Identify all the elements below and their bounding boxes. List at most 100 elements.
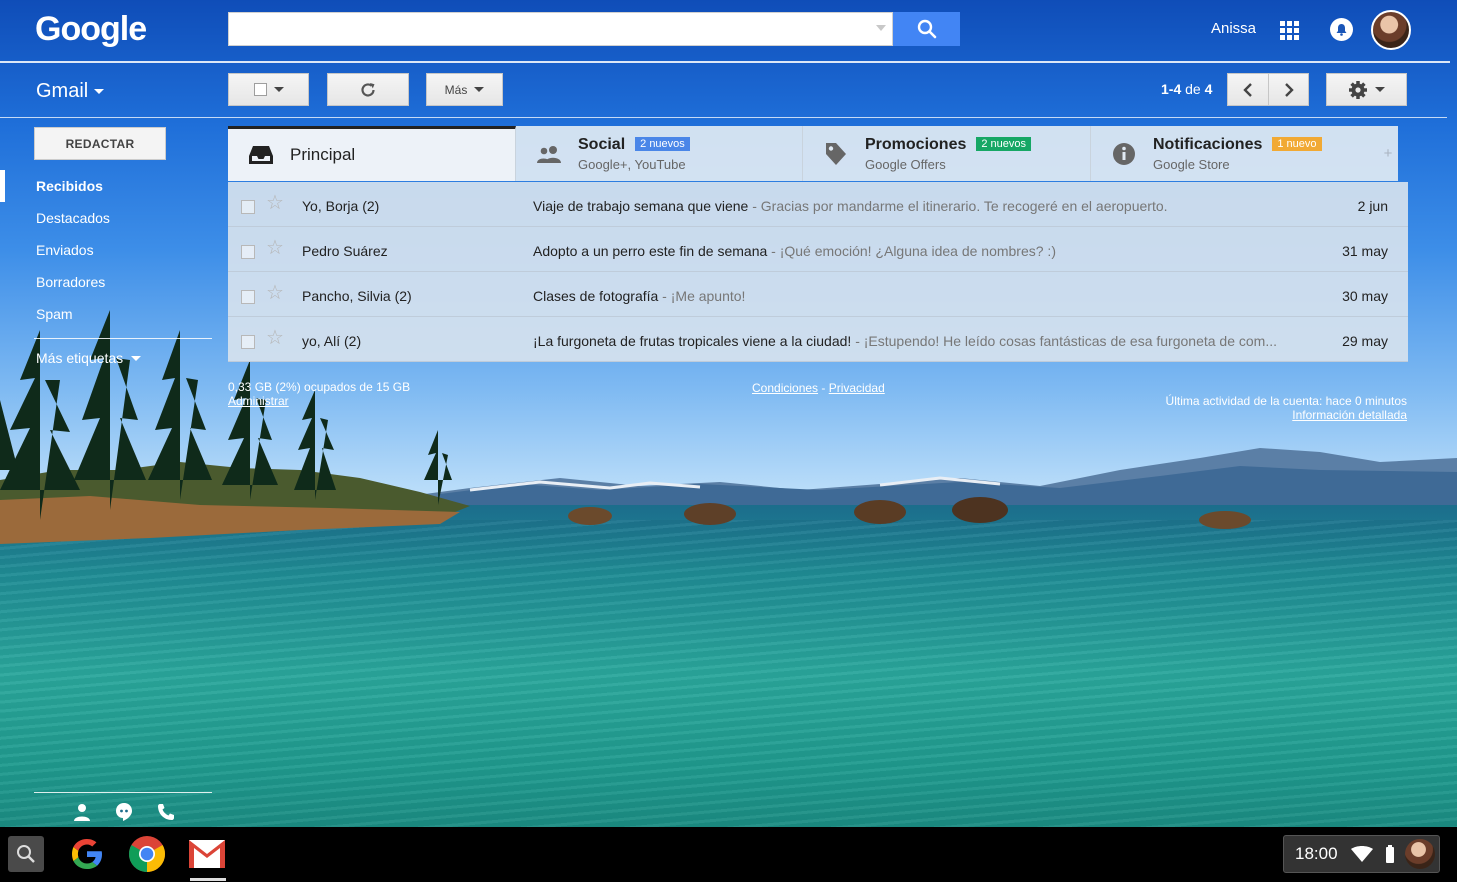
older-page-button[interactable] [1268, 73, 1309, 106]
inbox-tray-icon [248, 142, 274, 168]
launcher-search-button[interactable] [8, 836, 44, 872]
sidebar-item-spam[interactable]: Spam [0, 298, 215, 330]
sidebar-item-label: Enviados [36, 242, 94, 258]
refresh-icon [361, 82, 375, 97]
pager-range: 1-4 [1161, 81, 1182, 97]
pager-of: de [1181, 81, 1205, 97]
search-icon [917, 19, 936, 39]
hangouts-bar [72, 802, 176, 822]
row-checkbox[interactable] [241, 290, 255, 304]
refresh-button[interactable] [327, 73, 409, 106]
account-activity: Última actividad de la cuenta: hace 0 mi… [1166, 394, 1407, 422]
add-tab-plus-icon[interactable]: + [1378, 126, 1398, 181]
subject: Clases de fotografía [533, 288, 659, 304]
chevron-down-icon [1375, 87, 1385, 92]
snippet: - ¡Qué emoción! ¿Alguna idea de nombres?… [767, 243, 1056, 259]
people-icon [536, 141, 562, 167]
snippet: - Gracias por mandarme el itinerario. Te… [748, 198, 1168, 214]
settings-button[interactable] [1326, 73, 1407, 106]
system-tray[interactable]: 18:00 [1283, 835, 1440, 873]
manage-storage-link[interactable]: Administrar [228, 394, 410, 408]
google-logo[interactable]: Google [35, 10, 147, 49]
sidebar-item-label: Borradores [36, 274, 106, 290]
row-checkbox[interactable] [241, 200, 255, 214]
google-app-icon[interactable] [67, 834, 107, 874]
tab-social[interactable]: Social 2 nuevos Google+, YouTube [516, 126, 803, 181]
chevron-down-icon [131, 355, 142, 361]
pagination-text: 1-4 de 4 [1161, 81, 1212, 97]
search-button[interactable] [893, 12, 960, 46]
toolbar-divider [0, 117, 1447, 118]
sender: Pancho, Silvia (2) [302, 288, 412, 304]
gmail-label: Gmail [36, 80, 89, 102]
inbox-tabs: Principal Social 2 nuevos Google+, YouTub… [228, 126, 1398, 181]
sidebar-item-starred[interactable]: Destacados [0, 202, 215, 234]
select-checkbox-icon [253, 83, 267, 96]
info-icon [1111, 141, 1137, 167]
tab-notifications[interactable]: Notificaciones 1 nuevo Google Store [1091, 126, 1378, 181]
star-icon[interactable]: ☆ [266, 283, 284, 303]
battery-icon [1385, 845, 1394, 863]
row-checkbox[interactable] [241, 335, 255, 349]
gmail-app-icon[interactable] [187, 834, 227, 874]
phone-icon[interactable] [156, 802, 176, 822]
date: 31 may [1342, 243, 1388, 259]
star-icon[interactable]: ☆ [266, 193, 284, 213]
hangouts-chat-icon[interactable] [114, 802, 134, 822]
table-row[interactable]: ☆ yo, Alí (2) ¡La furgoneta de frutas tr… [228, 317, 1408, 362]
new-count-badge: 2 nuevos [976, 136, 1032, 151]
apps-grid-icon[interactable] [1280, 21, 1299, 40]
more-actions-button[interactable]: Más [426, 73, 503, 106]
new-count-badge: 1 nuevo [1272, 136, 1322, 151]
avatar[interactable] [1371, 10, 1411, 50]
wifi-icon [1350, 846, 1373, 862]
subject: Viaje de trabajo semana que viene [533, 198, 749, 214]
chrome-app-icon[interactable] [127, 834, 167, 874]
tab-subtitle: Google Offers [865, 156, 946, 172]
compose-button[interactable]: REDACTAR [34, 127, 166, 160]
contacts-person-icon[interactable] [72, 802, 92, 822]
row-checkbox[interactable] [241, 245, 255, 259]
activity-details-link[interactable]: Información detallada [1166, 408, 1407, 422]
table-row[interactable]: ☆ Pedro Suárez Adopto a un perro este fi… [228, 227, 1408, 272]
more-labels-link[interactable]: Más etiquetas [36, 350, 142, 366]
pager-total: 4 [1204, 81, 1213, 97]
chevron-down-icon [474, 87, 485, 92]
sidebar-item-sent[interactable]: Enviados [0, 234, 215, 266]
top-bar: Google Anissa [0, 0, 1457, 62]
sidebar-nav: Recibidos Destacados Enviados Borradores… [0, 170, 215, 330]
star-icon[interactable]: ☆ [266, 328, 284, 348]
table-row[interactable]: ☆ Yo, Borja (2) Viaje de trabajo semana … [228, 182, 1408, 227]
tab-subtitle: Google+, YouTube [578, 156, 686, 172]
avatar [1404, 839, 1435, 869]
subject: Adopto a un perro este fin de semana [533, 243, 768, 259]
subject: ¡La furgoneta de frutas tropicales viene… [533, 333, 852, 349]
sidebar-divider [34, 338, 212, 339]
date: 30 may [1342, 288, 1388, 304]
storage-usage: 0,33 GB (2%) ocupados de 15 GB [228, 380, 411, 394]
search-icon [17, 845, 35, 863]
storage-info: 0,33 GB (2%) ocupados de 15 GB Administr… [228, 380, 410, 408]
chevron-right-icon [1284, 82, 1294, 97]
newer-page-button[interactable] [1227, 73, 1269, 106]
gmail-menu[interactable]: Gmail [36, 80, 105, 103]
terms-link[interactable]: Condiciones [752, 381, 818, 395]
star-icon[interactable]: ☆ [266, 238, 284, 258]
tab-principal[interactable]: Principal [228, 126, 516, 181]
search-options-chevron-icon[interactable] [876, 25, 886, 31]
sender: Yo, Borja (2) [302, 198, 380, 214]
privacy-link[interactable]: Privacidad [829, 381, 885, 395]
user-name-link[interactable]: Anissa [1211, 20, 1256, 37]
search-input[interactable] [229, 13, 859, 45]
sidebar-item-inbox[interactable]: Recibidos [0, 170, 215, 202]
tab-title: Social [578, 135, 626, 153]
search-box[interactable] [228, 12, 893, 46]
sidebar-item-label: Spam [36, 306, 73, 322]
snippet: - ¡Me apunto! [658, 288, 746, 304]
sidebar-item-label: Destacados [36, 210, 110, 226]
sidebar-item-drafts[interactable]: Borradores [0, 266, 215, 298]
select-all-button[interactable] [228, 73, 309, 106]
notifications-button[interactable] [1330, 18, 1353, 41]
tab-promotions[interactable]: Promociones 2 nuevos Google Offers [803, 126, 1091, 181]
table-row[interactable]: ☆ Pancho, Silvia (2) Clases de fotografí… [228, 272, 1408, 317]
